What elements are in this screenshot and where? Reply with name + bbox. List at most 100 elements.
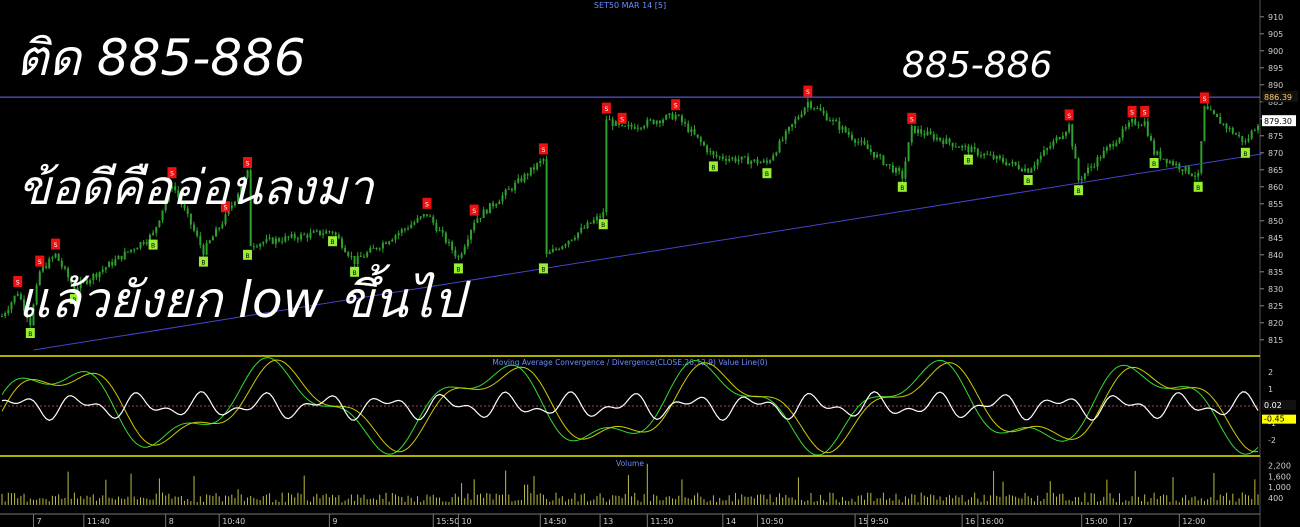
candle-body [822,110,825,114]
candle-body [284,236,287,242]
candle-body [344,247,347,253]
candle-body [693,129,696,135]
time-tick-label: 13 [603,517,613,526]
candle-body [762,160,765,163]
candle-body [202,245,205,255]
candle-body [296,238,299,240]
candle-body [835,119,838,122]
candle-body [539,160,542,164]
candle-body [170,186,173,189]
candle-body [1102,150,1105,159]
candle-body [1159,151,1162,159]
candle-body [1149,135,1152,141]
candle-body [101,269,104,272]
price-tick-label: 815 [1268,336,1283,345]
candle-body [1068,124,1071,132]
candle-body [183,204,186,209]
candle-body [208,240,211,243]
macd-readout-value: 0.02 [1264,401,1282,410]
candle-body [646,119,649,127]
candle-body [1039,155,1042,160]
candle-body [1049,146,1052,149]
price-tick-label: 845 [1268,234,1283,243]
candle-body [1209,109,1212,111]
candle-body [492,203,495,207]
candle-body [825,113,828,121]
candle-body [1052,141,1055,147]
candle-body [970,146,973,153]
candle-body [624,125,627,127]
candle-body [1071,124,1074,147]
candle-body [303,234,306,236]
candle-body [860,140,863,142]
time-tick-label: 11:50 [650,517,673,526]
sell-marker-label: S [170,171,174,178]
candle-body [1020,168,1023,172]
candle-body [485,209,488,214]
candle-body [652,119,655,124]
candle-body [4,313,7,317]
volume-tick-label: 1,600 [1268,472,1291,481]
candle-body [1140,125,1143,127]
candle-body [973,146,976,149]
candle-body [425,214,428,216]
trend-line [33,153,1263,351]
candle-body [558,249,561,251]
candle-body [1014,161,1017,165]
price-tick-label: 910 [1268,13,1283,22]
sell-marker-label: S [1067,113,1071,120]
candle-body [747,156,750,165]
candle-body [41,266,44,272]
candle-body [331,231,334,233]
candle-body [1080,178,1083,181]
candle-body [756,159,759,164]
candle-body [1137,124,1140,126]
candle-body [1046,148,1049,151]
candle-body [23,299,26,311]
candle-body [466,239,469,247]
time-tick-label: 12:00 [1182,517,1205,526]
candle-body [391,239,394,242]
candle-body [561,246,564,250]
candle-body [133,249,136,251]
price-tick-label: 820 [1268,319,1283,328]
candle-body [1058,137,1061,139]
candle-body [240,187,243,195]
candle-body [832,119,835,122]
candle-body [444,232,447,243]
candle-body [583,227,586,229]
candle-body [139,242,142,248]
candle-body [300,234,303,240]
candle-body [1168,161,1171,164]
candle-body [1231,127,1234,134]
candle-body [567,240,570,245]
candle-body [268,237,271,239]
volume-tick-label: 2,200 [1268,462,1291,471]
candle-body [29,317,32,326]
candle-body [120,255,123,260]
candle-body [334,232,337,235]
candle-body [658,120,661,124]
candle-body [869,149,872,152]
candle-body [394,235,397,240]
candle-body [35,285,38,305]
candle-body [935,137,938,140]
candle-body [1105,147,1108,151]
candle-body [495,204,498,207]
candle-body [381,242,384,249]
candle-body [750,161,753,165]
buy-marker-label: B [330,239,334,246]
buy-marker-label: B [201,260,205,267]
candle-body [1127,122,1130,128]
buy-marker-label: B [541,266,545,273]
candle-body [73,283,76,291]
candle-body [665,115,668,120]
candle-body [1212,110,1215,114]
buy-marker-label: B [765,171,769,178]
candle-body [45,266,48,269]
candle-body [271,237,274,244]
candle-body [218,227,221,229]
candle-body [1118,137,1121,143]
candle-body [95,273,98,278]
candle-body [523,174,526,182]
